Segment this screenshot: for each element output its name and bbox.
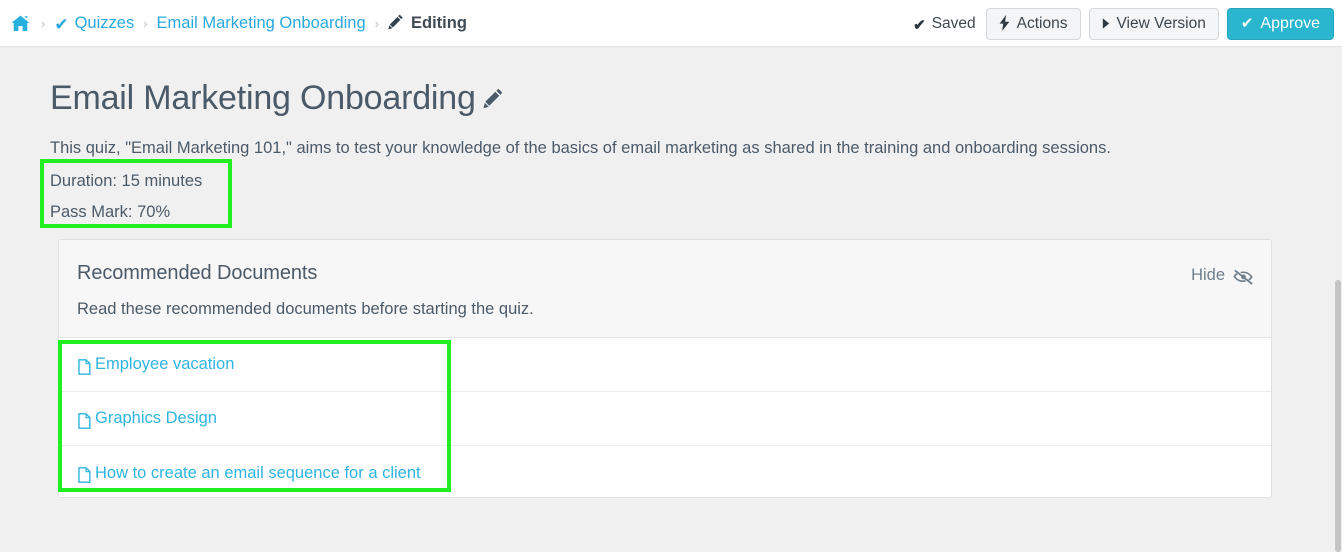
check-icon: ✔	[1240, 15, 1254, 32]
breadcrumb-item-quizzes-label: Quizzes	[74, 14, 135, 32]
file-icon	[78, 467, 91, 483]
vertical-scrollbar[interactable]	[1334, 48, 1342, 552]
table-row[interactable]: How to create an email sequence for a cl…	[59, 446, 1271, 497]
document-link-employee-vacation[interactable]: Employee vacation	[78, 355, 235, 375]
bolt-icon	[999, 14, 1010, 33]
caret-right-icon	[1102, 17, 1110, 31]
hide-toggle-button[interactable]: Hide	[1191, 266, 1254, 285]
breadcrumb-separator-2: ›	[143, 16, 148, 31]
card-title: Recommended Documents	[77, 262, 318, 284]
breadcrumb-separator-3: ›	[374, 16, 379, 31]
check-icon: ✔	[913, 16, 926, 34]
approve-button[interactable]: ✔ Approve	[1226, 7, 1334, 40]
quiz-description: This quiz, "Email Marketing 101," aims t…	[50, 138, 1111, 157]
document-link-label: How to create an email sequence for a cl…	[95, 463, 421, 482]
document-link-email-sequence[interactable]: How to create an email sequence for a cl…	[78, 464, 421, 483]
quiz-meta: Duration: 15 minutes Pass Mark: 70%	[50, 166, 202, 228]
document-link-label: Employee vacation	[95, 355, 235, 373]
view-version-button-label: View Version	[1116, 14, 1206, 32]
actions-button[interactable]: Actions	[985, 7, 1081, 40]
pencil-icon[interactable]	[483, 88, 504, 113]
breadcrumb-item-editing-label: Editing	[411, 14, 467, 32]
check-icon: ✔	[54, 15, 69, 34]
breadcrumb-item-quizzes[interactable]: ✔ Quizzes	[54, 14, 134, 33]
view-version-button[interactable]: View Version	[1088, 7, 1219, 40]
scrollbar-thumb[interactable]	[1335, 280, 1341, 552]
recommended-documents-card: Recommended Documents Read these recomme…	[58, 239, 1272, 498]
page-title: Email Marketing Onboarding	[50, 77, 504, 120]
card-header: Recommended Documents Read these recomme…	[59, 240, 1271, 338]
actions-button-label: Actions	[1016, 14, 1068, 32]
quiz-duration: Duration: 15 minutes	[50, 172, 203, 190]
table-row[interactable]: Graphics Design	[59, 392, 1271, 446]
breadcrumb-separator-1: ›	[41, 16, 46, 31]
card-subtitle: Read these recommended documents before …	[77, 300, 534, 318]
breadcrumb-item-quiz-name[interactable]: Email Marketing Onboarding	[157, 14, 366, 33]
file-icon	[78, 412, 91, 429]
breadcrumb: › ✔ Quizzes › Email Marketing Onboarding…	[9, 0, 467, 47]
eye-slash-icon	[1233, 269, 1254, 285]
page-title-text: Email Marketing Onboarding	[50, 78, 476, 117]
quiz-pass-mark: Pass Mark: 70%	[50, 203, 171, 221]
saved-status-label: Saved	[931, 14, 976, 32]
home-icon[interactable]	[9, 15, 32, 32]
saved-status: ✔ Saved	[913, 14, 976, 34]
hide-toggle-label: Hide	[1191, 266, 1225, 284]
top-bar: › ✔ Quizzes › Email Marketing Onboarding…	[0, 0, 1342, 47]
breadcrumb-item-editing: Editing	[388, 14, 467, 34]
file-icon	[78, 358, 91, 375]
top-actions: ✔ Saved Actions View Version ✔ Approve	[913, 0, 1334, 47]
document-link-label: Graphics Design	[95, 409, 217, 427]
pencil-icon	[388, 14, 404, 34]
table-row[interactable]: Employee vacation	[59, 338, 1271, 392]
document-link-graphics-design[interactable]: Graphics Design	[78, 409, 217, 429]
approve-button-label: Approve	[1260, 14, 1320, 32]
breadcrumb-item-quiz-name-label: Email Marketing Onboarding	[156, 14, 366, 32]
